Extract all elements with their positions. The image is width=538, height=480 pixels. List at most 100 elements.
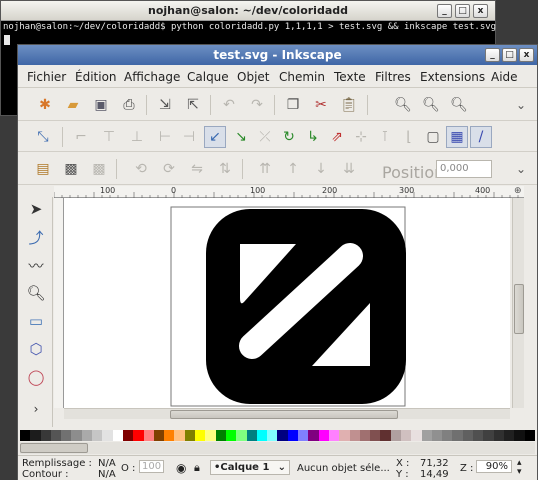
vertical-scrollbar[interactable]: [512, 198, 524, 408]
raise-icon[interactable]: ↑: [282, 158, 304, 180]
snap-nodes-icon[interactable]: ↙: [204, 126, 226, 148]
palette-scrollbar-thumb[interactable]: [20, 443, 88, 453]
palette-swatch[interactable]: [164, 430, 175, 441]
palette-swatch[interactable]: [215, 430, 226, 441]
flip-horizontal-icon[interactable]: ⇋: [186, 158, 208, 180]
palette-swatch[interactable]: [246, 430, 257, 441]
menu-affichage[interactable]: Affichage: [124, 70, 180, 84]
palette-swatch[interactable]: [298, 430, 309, 441]
node-smooth-icon[interactable]: ⊤: [98, 126, 120, 148]
undo-icon[interactable]: ↶: [218, 94, 240, 116]
select-all-layers-icon[interactable]: ▩: [60, 158, 82, 180]
zoom-tool-icon[interactable]: 🔍︎: [24, 281, 48, 305]
palette-swatch[interactable]: [143, 430, 154, 441]
ruler-corner-icon[interactable]: ⊕: [514, 186, 524, 198]
palette-swatch[interactable]: [184, 430, 196, 441]
inkscape-minimize-button[interactable]: _: [485, 48, 500, 62]
palette-swatch[interactable]: [411, 430, 422, 441]
snap-grid-icon[interactable]: ▦: [446, 126, 468, 148]
palette-swatch[interactable]: [442, 430, 453, 441]
menu-calque[interactable]: Calque: [187, 70, 229, 84]
paste-icon[interactable]: 📋︎: [338, 94, 360, 116]
palette-swatch[interactable]: [462, 430, 474, 441]
palette-swatch[interactable]: [328, 430, 340, 441]
ellipse-tool-icon[interactable]: ◯: [24, 365, 48, 389]
palette-swatch[interactable]: [174, 430, 185, 441]
palette-swatch[interactable]: [400, 430, 412, 441]
palette-scrollbar[interactable]: [20, 442, 535, 454]
horizontal-scrollbar[interactable]: [64, 408, 510, 419]
menu-edition[interactable]: Édition: [75, 70, 117, 84]
palette-swatch[interactable]: [359, 430, 371, 441]
palette-swatch[interactable]: [390, 430, 401, 441]
opacity-input[interactable]: 100: [139, 460, 165, 473]
copy-icon[interactable]: ❐: [282, 94, 304, 116]
menu-aide[interactable]: Aide: [491, 70, 518, 84]
palette-swatch[interactable]: [473, 430, 484, 441]
snap-bbox-icon[interactable]: ⊺: [374, 126, 396, 148]
palette-swatch[interactable]: [380, 430, 391, 441]
tweak-tool-icon[interactable]: 〰: [24, 253, 48, 277]
palette-swatch[interactable]: [102, 430, 113, 441]
terminal-minimize-button[interactable]: _: [437, 4, 452, 18]
redo-icon[interactable]: ↷: [246, 94, 268, 116]
palette-swatch[interactable]: [349, 430, 360, 441]
layer-visibility-icon[interactable]: ◉: [176, 461, 186, 475]
zoom-spinner-icon[interactable]: ▴ ▾: [517, 459, 522, 477]
snap-intersections-icon[interactable]: ⤫: [254, 126, 276, 148]
snap-guide-icon[interactable]: ⌊: [398, 126, 420, 148]
palette-swatch[interactable]: [112, 430, 123, 441]
palette-swatch[interactable]: [483, 430, 494, 441]
node-corner-icon[interactable]: ⌐: [70, 126, 92, 148]
palette-swatch[interactable]: [153, 430, 165, 441]
vertical-scrollbar-thumb[interactable]: [514, 284, 524, 334]
palette-swatch[interactable]: [61, 430, 72, 441]
zoom-input[interactable]: 90%: [476, 460, 512, 473]
layer-lock-icon[interactable]: 🔒︎: [194, 461, 200, 475]
node-join-icon[interactable]: ⊣: [178, 126, 200, 148]
chevron-down-icon[interactable]: ⌄: [510, 158, 532, 180]
palette-swatch[interactable]: [431, 430, 443, 441]
lower-to-bottom-icon[interactable]: ⇊: [338, 158, 360, 180]
palette-swatch[interactable]: [50, 430, 62, 441]
terminal-titlebar[interactable]: nojhan@salon: ~/dev/coloridadd _ □ x: [1, 1, 495, 21]
lower-icon[interactable]: ↓: [310, 158, 332, 180]
palette-swatch[interactable]: [370, 430, 381, 441]
chevron-right-icon[interactable]: ›: [24, 397, 48, 421]
snap-paths-icon[interactable]: ↘: [230, 126, 252, 148]
rotate-cw-icon[interactable]: ⟳: [158, 158, 180, 180]
menu-fichier[interactable]: Fichier: [27, 70, 66, 84]
palette-swatch[interactable]: [133, 430, 144, 441]
node-symmetric-icon[interactable]: ⊥: [126, 126, 148, 148]
select-all-icon[interactable]: ▤: [32, 158, 54, 180]
palette-swatch[interactable]: [267, 430, 278, 441]
snap-guides-icon[interactable]: /: [470, 126, 492, 148]
terminal-maximize-button[interactable]: □: [455, 4, 470, 18]
flip-vertical-icon[interactable]: ⇅: [214, 158, 236, 180]
new-document-icon[interactable]: ✱: [34, 94, 56, 116]
palette-swatch[interactable]: [205, 430, 216, 441]
palette-swatch[interactable]: [195, 430, 206, 441]
position-x-input[interactable]: 0,000: [436, 160, 492, 178]
cut-icon[interactable]: ✂: [310, 94, 332, 116]
zoom-page-icon[interactable]: 🔍︎: [448, 94, 470, 116]
palette-swatch[interactable]: [318, 430, 329, 441]
snap-centers-icon[interactable]: ⇗: [326, 126, 348, 148]
palette-swatch[interactable]: [277, 430, 288, 441]
selector-tool-icon[interactable]: ➤: [24, 197, 48, 221]
inkscape-close-button[interactable]: x: [519, 48, 534, 62]
palette-swatch[interactable]: [236, 430, 247, 441]
zoom-selection-icon[interactable]: 🔍︎: [392, 94, 414, 116]
snap-toggle-icon[interactable]: ⤡: [32, 126, 54, 148]
horizontal-scrollbar-thumb[interactable]: [170, 410, 398, 419]
menu-filtres[interactable]: Filtres: [375, 70, 411, 84]
palette-swatch[interactable]: [308, 430, 319, 441]
palette-swatch[interactable]: [30, 430, 41, 441]
import-icon[interactable]: ⇲: [154, 94, 176, 116]
palette-swatch[interactable]: [92, 430, 103, 441]
fill-value[interactable]: N/A: [98, 458, 116, 469]
node-auto-icon[interactable]: ⊢: [154, 126, 176, 148]
node-tool-icon[interactable]: ⤴: [24, 225, 48, 249]
drawing-canvas[interactable]: [64, 198, 510, 408]
inkscape-titlebar[interactable]: test.svg - Inkscape _ □ x: [18, 45, 537, 65]
